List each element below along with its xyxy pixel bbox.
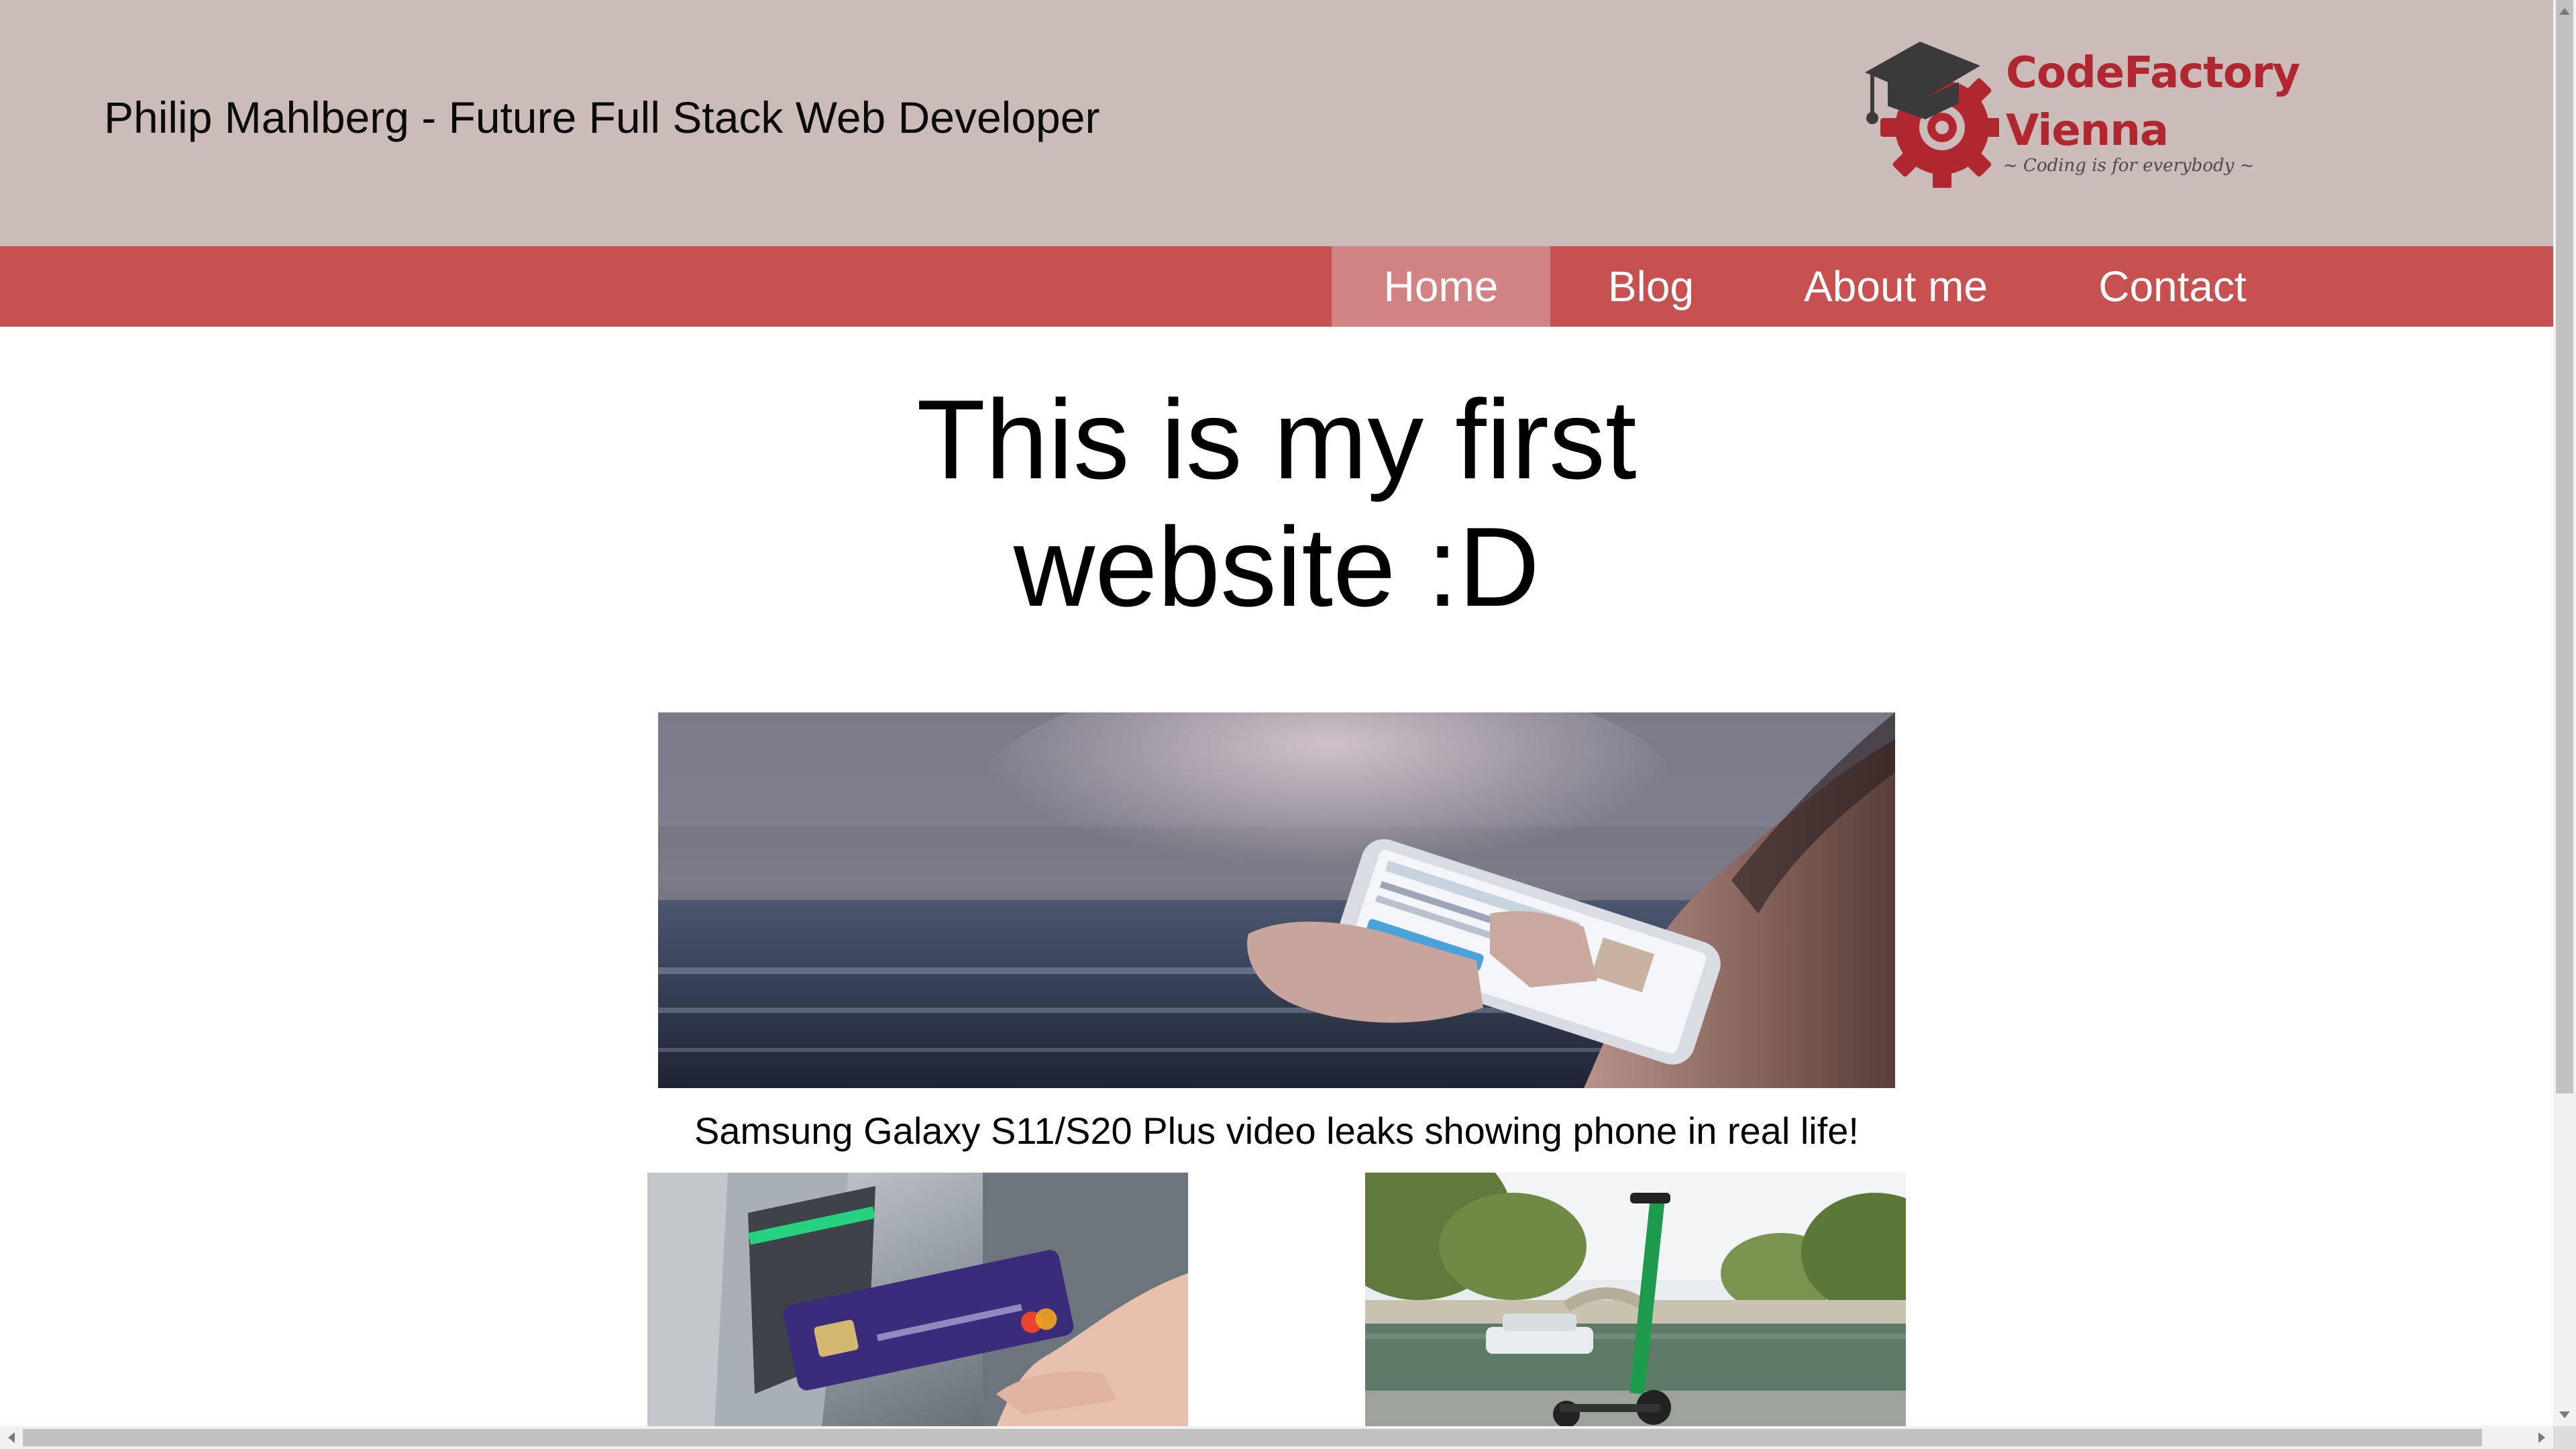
- scooter-photo: [1365, 1173, 1906, 1426]
- browser-viewport: Philip Mahlberg - Future Full Stack Web …: [0, 0, 2553, 1426]
- hero-image-phone[interactable]: [658, 712, 1895, 1088]
- logo-wordmark: CodeFactory Vienna: [2006, 44, 2300, 160]
- hero-photo: [658, 712, 1895, 1088]
- main-nav: Home Blog About me Contact: [0, 246, 2553, 327]
- page-heading-line-2: website :D: [1013, 504, 1540, 630]
- page-heading: This is my first website :D: [805, 376, 1748, 631]
- vertical-scrollbar-thumb[interactable]: [2553, 0, 2576, 1093]
- horizontal-scrollbar-thumb[interactable]: [23, 1429, 2482, 1446]
- page-heading-line-1: This is my first: [916, 376, 1637, 502]
- nav-item-blog[interactable]: Blog: [1550, 246, 1752, 327]
- card-image-atm[interactable]: [647, 1173, 1188, 1426]
- scrollbar-corner: [2553, 1426, 2576, 1449]
- scroll-right-arrow-icon[interactable]: [2538, 1432, 2545, 1443]
- scroll-left-arrow-icon[interactable]: [8, 1432, 15, 1443]
- site-title: Philip Mahlberg - Future Full Stack Web …: [104, 93, 1100, 142]
- scroll-down-arrow-icon[interactable]: [2559, 1411, 2570, 1418]
- logo-line-2: Vienna: [2006, 106, 2169, 156]
- card-image-scooter[interactable]: [1365, 1173, 1906, 1426]
- scroll-up-arrow-icon[interactable]: [2559, 8, 2570, 15]
- nav-item-contact[interactable]: Contact: [2040, 246, 2305, 327]
- hero-caption[interactable]: Samsung Galaxy S11/S20 Plus video leaks …: [658, 1107, 1895, 1155]
- atm-photo: [647, 1173, 1188, 1426]
- logo-line-1: CodeFactory: [2006, 48, 2300, 98]
- graduation-cap-gear-icon: [1865, 42, 1999, 188]
- nav-item-about-me[interactable]: About me: [1752, 246, 2040, 327]
- logo-tagline: ~ Coding is for everybody ~: [2003, 156, 2255, 176]
- nav-item-home[interactable]: Home: [1332, 246, 1550, 327]
